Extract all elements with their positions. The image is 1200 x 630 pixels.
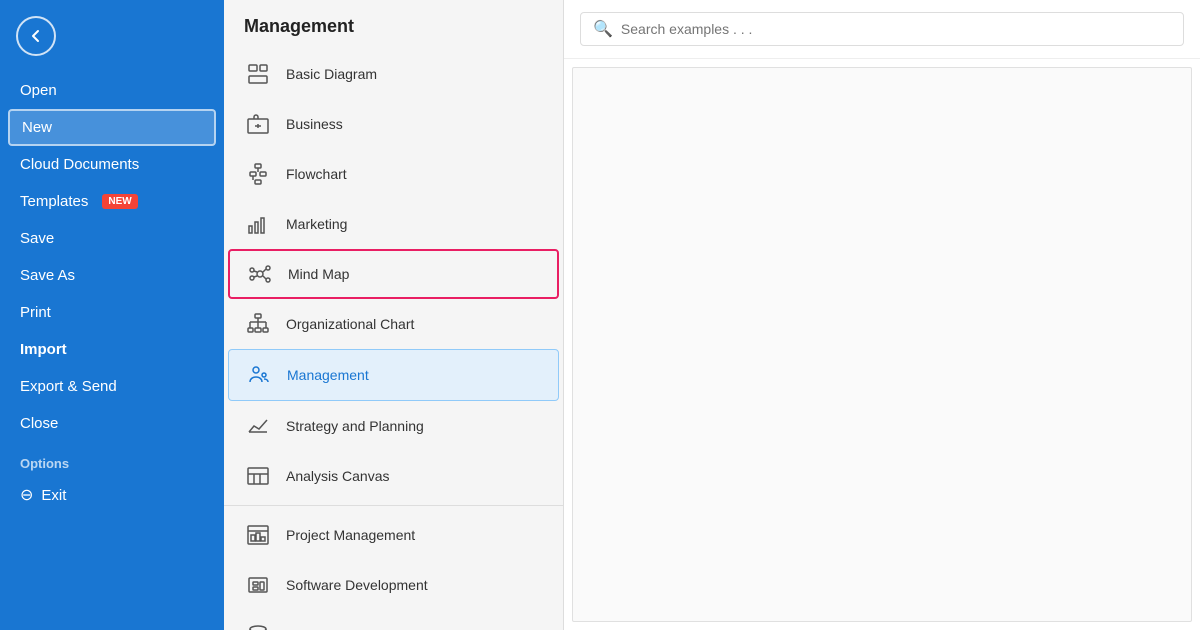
menu-label-mind-map: Mind Map	[288, 266, 349, 282]
marketing-icon	[244, 210, 272, 238]
menu-item-organizational-chart[interactable]: Organizational Chart	[224, 299, 563, 349]
business-icon	[244, 110, 272, 138]
org-chart-icon	[244, 310, 272, 338]
menu-item-analysis-canvas[interactable]: Analysis Canvas	[224, 451, 563, 501]
menu-label-marketing: Marketing	[286, 216, 347, 232]
menu-label-software-development: Software Development	[286, 577, 428, 593]
project-mgmt-icon	[244, 521, 272, 549]
menu-label-project-management: Project Management	[286, 527, 415, 543]
search-input[interactable]	[621, 21, 1171, 37]
content-area	[572, 67, 1192, 622]
sidebar-item-save[interactable]: Save	[0, 220, 224, 257]
menu-label-business: Business	[286, 116, 343, 132]
flowchart-icon	[244, 160, 272, 188]
menu-item-database-modeling[interactable]: Database Modeling	[224, 610, 563, 630]
search-icon: 🔍	[593, 19, 613, 39]
sidebar-item-print[interactable]: Print	[0, 294, 224, 331]
menu-label-basic-diagram: Basic Diagram	[286, 66, 377, 82]
menu-label-management: Management	[287, 367, 369, 383]
middle-panel: Management Basic Diagram	[224, 0, 564, 630]
management-icon	[245, 361, 273, 389]
menu-label-organizational-chart: Organizational Chart	[286, 316, 414, 332]
menu-item-project-management[interactable]: Project Management	[224, 510, 563, 560]
sidebar-item-cloud-documents[interactable]: Cloud Documents	[0, 146, 224, 183]
software-dev-icon	[244, 571, 272, 599]
sidebar: Open New Cloud Documents Templates NEW S…	[0, 0, 224, 630]
menu-label-strategy-planning: Strategy and Planning	[286, 418, 424, 434]
menu-label-flowchart: Flowchart	[286, 166, 347, 182]
database-icon	[244, 621, 272, 630]
menu-item-flowchart[interactable]: Flowchart	[224, 149, 563, 199]
exit-icon: ⊖	[20, 485, 33, 505]
strategy-icon	[244, 412, 272, 440]
menu-item-management[interactable]: Management	[228, 349, 559, 401]
sidebar-item-new[interactable]: New	[8, 109, 216, 146]
menu-item-software-development[interactable]: Software Development	[224, 560, 563, 610]
back-button[interactable]	[16, 16, 56, 56]
sidebar-item-templates[interactable]: Templates NEW	[0, 183, 224, 220]
new-badge: NEW	[102, 194, 137, 209]
sidebar-item-exit[interactable]: ⊖ Exit	[0, 475, 224, 515]
menu-item-mind-map[interactable]: Mind Map	[228, 249, 559, 299]
search-bar: 🔍	[564, 0, 1200, 59]
search-bar-inner: 🔍	[580, 12, 1184, 46]
middle-content: Basic Diagram Business	[224, 49, 563, 630]
menu-item-business[interactable]: Business	[224, 99, 563, 149]
sidebar-item-import[interactable]: Import	[0, 331, 224, 368]
menu-item-strategy-planning[interactable]: Strategy and Planning	[224, 401, 563, 451]
basic-diagram-icon	[244, 60, 272, 88]
sidebar-item-save-as[interactable]: Save As	[0, 257, 224, 294]
sidebar-item-close[interactable]: Close	[0, 405, 224, 442]
sidebar-item-export-send[interactable]: Export & Send	[0, 368, 224, 405]
mind-map-icon	[246, 260, 274, 288]
right-panel: 🔍	[564, 0, 1200, 630]
middle-header: Management	[224, 0, 563, 49]
sidebar-item-open[interactable]: Open	[0, 72, 224, 109]
menu-item-marketing[interactable]: Marketing	[224, 199, 563, 249]
sidebar-section-options: Options	[0, 442, 224, 475]
menu-item-basic-diagram[interactable]: Basic Diagram	[224, 49, 563, 99]
analysis-icon	[244, 462, 272, 490]
menu-label-analysis-canvas: Analysis Canvas	[286, 468, 390, 484]
section-divider	[224, 505, 563, 506]
